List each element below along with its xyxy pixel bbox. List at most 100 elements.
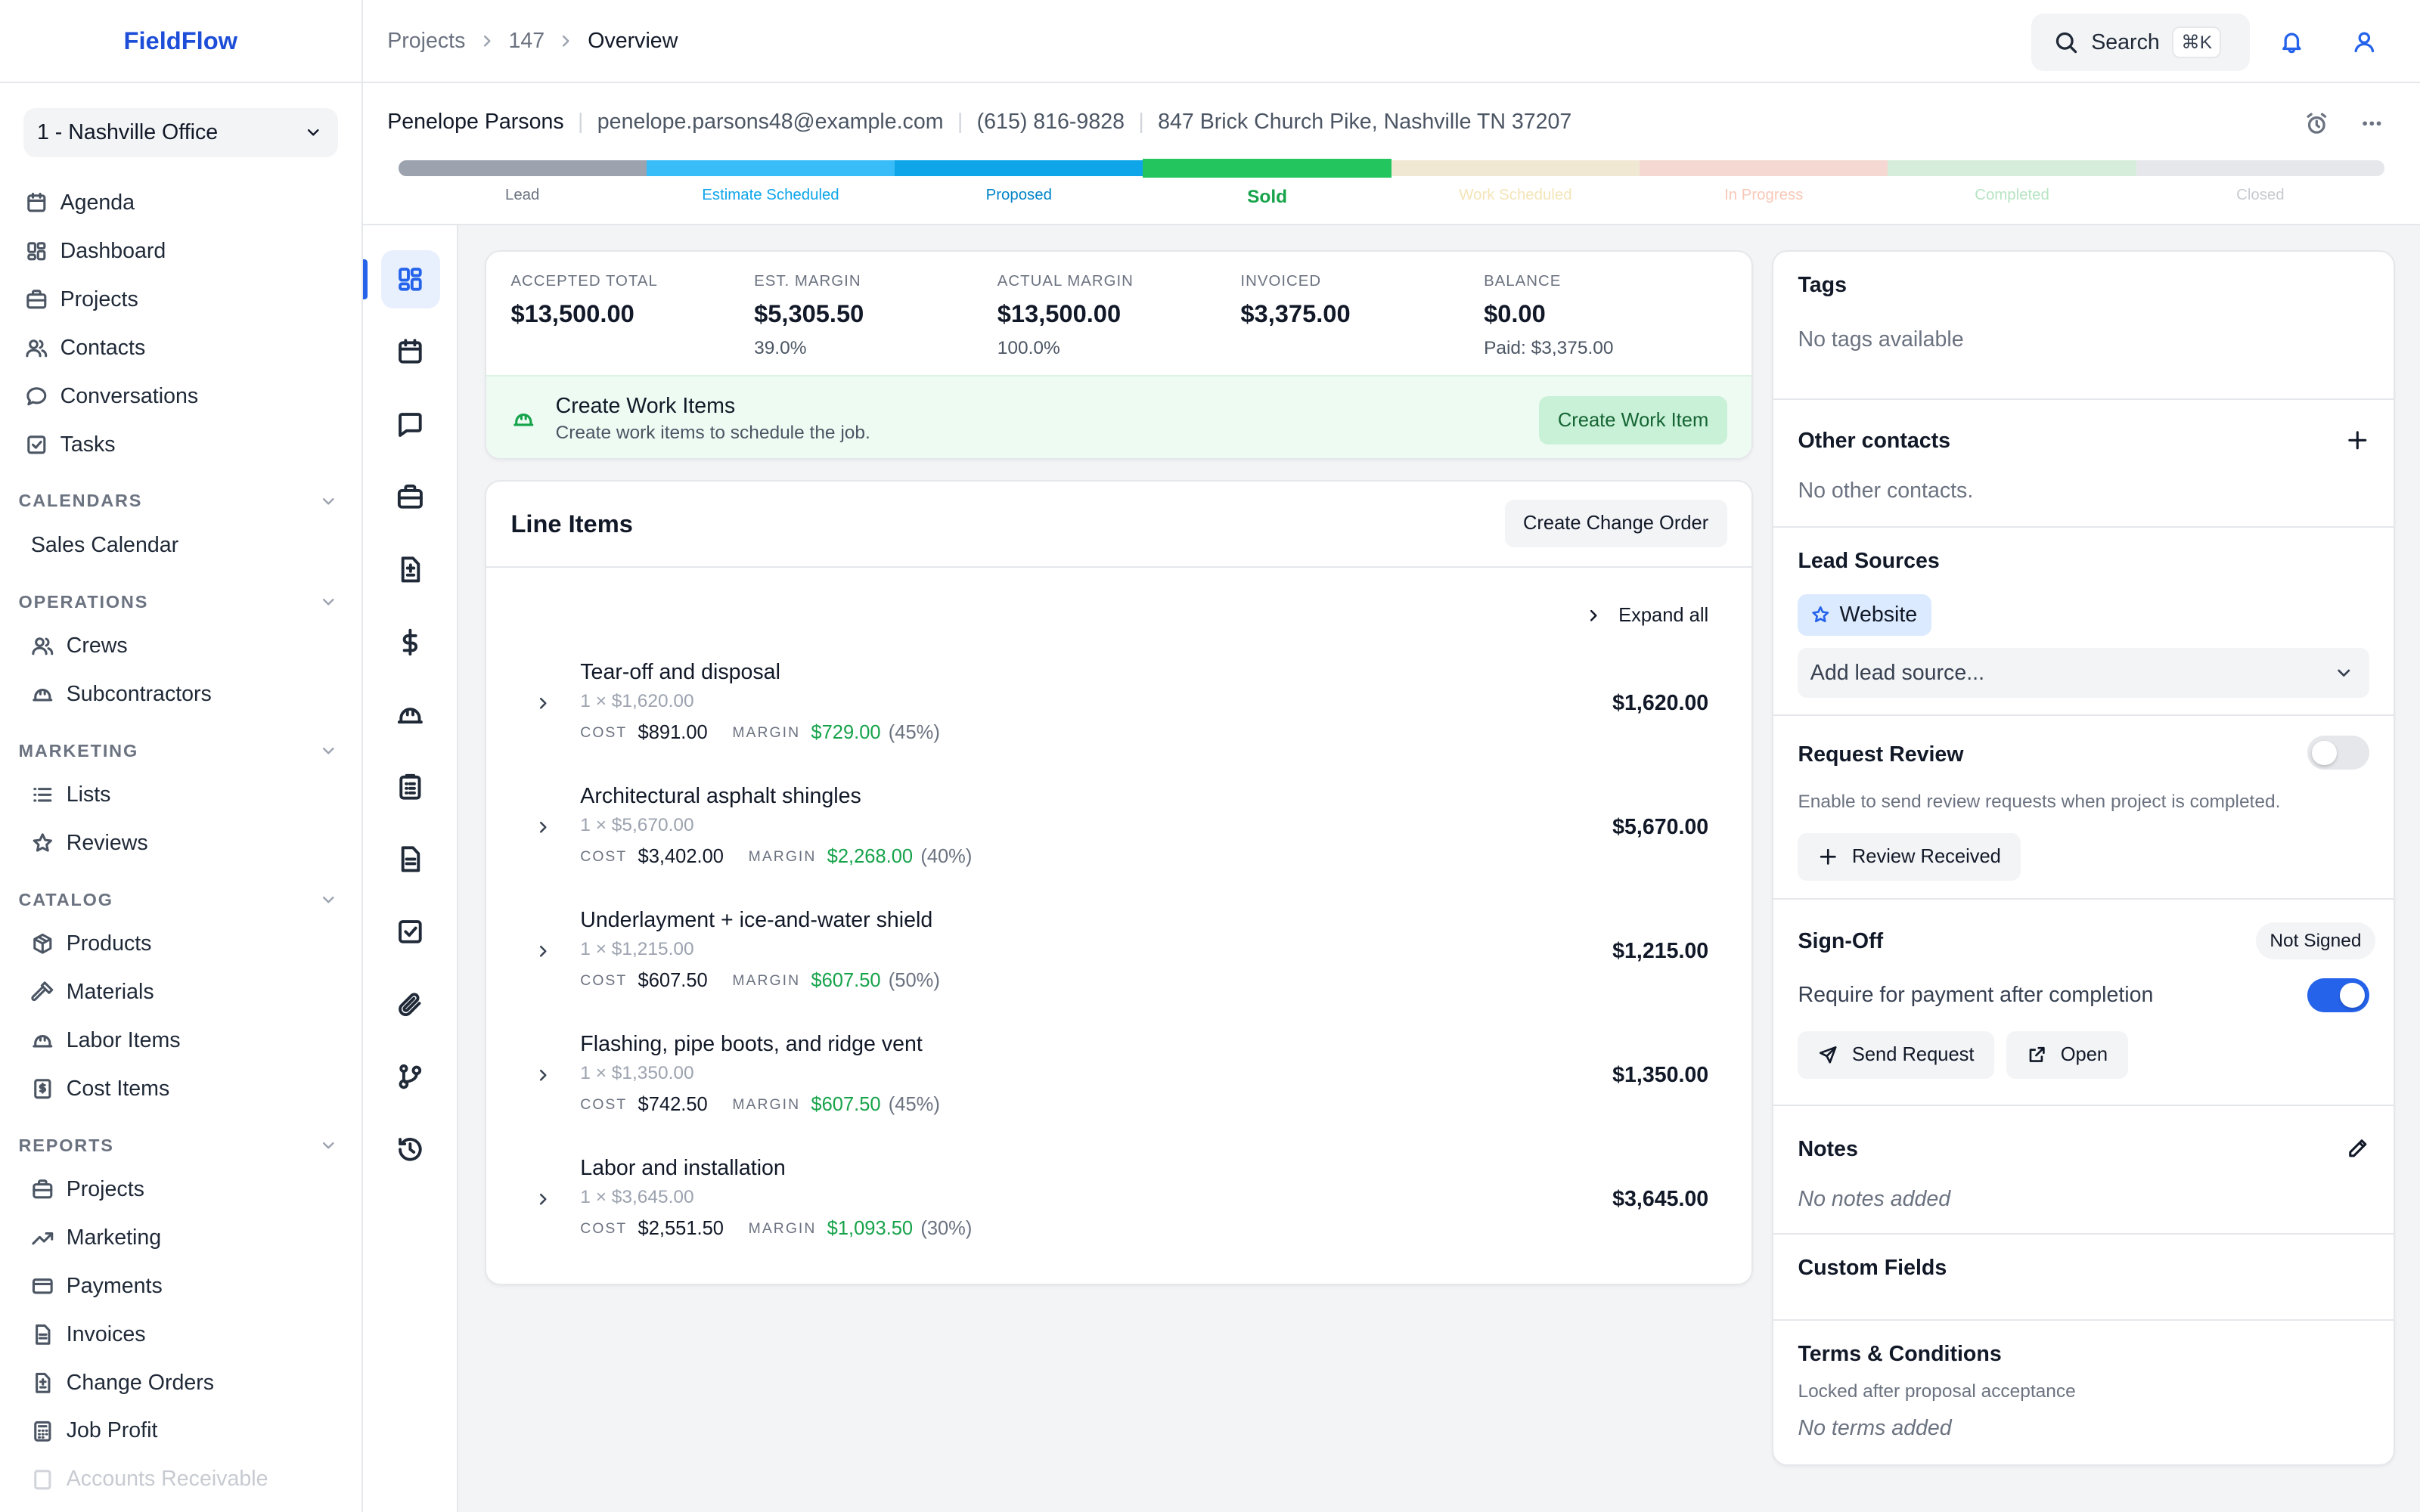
tab-history[interactable] [381, 1120, 440, 1179]
nav-materials[interactable]: Materials [0, 968, 361, 1017]
send-request-button[interactable]: Send Request [1798, 1030, 1994, 1080]
nav-products[interactable]: Products [0, 920, 361, 968]
nav-conversations[interactable]: Conversations [0, 372, 361, 420]
add-lead-source-select[interactable]: Add lead source... [1798, 648, 2369, 698]
tab-overview[interactable] [362, 249, 440, 309]
tab-schedule[interactable] [381, 323, 440, 382]
contact-address[interactable]: 847 Brick Church Pike, Nashville TN 3720… [1158, 110, 1571, 135]
review-received-button[interactable]: Review Received [1798, 832, 2021, 881]
contact-email[interactable]: penelope.parsons48@example.com [597, 110, 944, 135]
nav-labor-items[interactable]: Labor Items [0, 1017, 361, 1065]
nav-reviews[interactable]: Reviews [0, 820, 361, 868]
terms-empty: No terms added [1798, 1416, 1952, 1441]
line-item-row[interactable]: Architectural asphalt shingles 1 × $5,670… [486, 784, 1752, 876]
nav-cost-items[interactable]: Cost Items [0, 1064, 361, 1113]
nav-report-marketing[interactable]: Marketing [0, 1214, 361, 1263]
nav-report-accounts-receivable[interactable]: Accounts Receivable [0, 1455, 361, 1504]
nav-report-change-orders[interactable]: Change Orders [0, 1359, 361, 1407]
line-item-row[interactable]: Labor and installation 1 × $3,645.00 COST $… [486, 1156, 1752, 1248]
tab-documents[interactable] [381, 830, 440, 889]
notes-section: Notes No notes added [1773, 1106, 2394, 1235]
lead-source-chip[interactable]: Website [1798, 593, 1931, 637]
brand-logo[interactable]: FieldFlow [0, 0, 361, 84]
lead-source-label: Website [1839, 603, 1918, 627]
sign-off-toggle-label: Require for payment after completion [1798, 983, 2154, 1008]
tab-payments[interactable] [381, 612, 440, 671]
nav-dashboard[interactable]: Dashboard [0, 228, 361, 276]
stage-work-scheduled[interactable]: Work Scheduled [1391, 160, 1640, 208]
nav-subcontractors[interactable]: Subcontractors [0, 670, 361, 718]
contact-name[interactable]: Penelope Parsons [387, 110, 563, 135]
nav-tasks[interactable]: Tasks [0, 420, 361, 469]
reminder-button[interactable] [2304, 111, 2329, 136]
briefcase-icon [33, 1179, 53, 1199]
dashboard-icon [399, 268, 423, 291]
more-options-button[interactable] [2360, 111, 2384, 136]
stage-sold[interactable]: Sold [1143, 159, 1392, 208]
tab-change-orders[interactable] [381, 540, 440, 599]
checkbox-icon [399, 920, 423, 943]
stage-completed[interactable]: Completed [1888, 160, 2136, 208]
stage-lead[interactable]: Lead [398, 160, 647, 208]
line-item-row[interactable]: Tear-off and disposal 1 × $1,620.00 COST $8… [486, 660, 1752, 752]
contact-phone[interactable]: (615) 816-9828 [977, 110, 1125, 135]
nav-crews[interactable]: Crews [0, 622, 361, 671]
tab-workflow[interactable] [381, 1048, 440, 1107]
notifications-button[interactable] [2279, 29, 2304, 54]
chevron-down-icon [2338, 669, 2350, 677]
create-change-order-button[interactable]: Create Change Order [1504, 500, 1727, 548]
nav-sales-calendar[interactable]: Sales Calendar [0, 521, 361, 569]
line-item-row[interactable]: Underlayment + ice-and-water shield 1 × $… [486, 908, 1752, 1000]
section-marketing[interactable]: MARKETING [0, 731, 361, 771]
expand-row-button[interactable] [534, 694, 552, 712]
stat-sub: 100.0% [997, 337, 1060, 358]
nav-report-job-profit[interactable]: Job Profit [0, 1407, 361, 1455]
expand-row-button[interactable] [534, 1190, 552, 1208]
line-item-cost-margin: COST $2,551.50 MARGIN $1,093.50 (30%) [580, 1218, 972, 1240]
section-catalog[interactable]: CATALOG [0, 880, 361, 920]
expand-row-button[interactable] [534, 1066, 552, 1084]
user-menu-button[interactable] [2352, 29, 2377, 54]
package-icon [33, 934, 52, 955]
section-calendars[interactable]: CALENDARS [0, 481, 361, 521]
terms-description: Locked after proposal acceptance [1798, 1380, 2076, 1402]
sign-off-toggle[interactable] [2307, 978, 2369, 1012]
expand-all-button[interactable]: Expand all [1584, 605, 1708, 627]
nav-agenda[interactable]: Agenda [0, 179, 361, 228]
tab-work-items[interactable] [381, 685, 440, 744]
edit-notes-button[interactable] [2346, 1137, 2369, 1160]
tab-tasks[interactable] [381, 903, 440, 962]
expand-row-button[interactable] [534, 942, 552, 960]
tab-checklists[interactable] [381, 758, 440, 816]
nav-lists[interactable]: Lists [0, 771, 361, 820]
stage-proposed[interactable]: Proposed [895, 160, 1143, 208]
margin-label: MARGIN [732, 971, 801, 989]
expand-row-button[interactable] [534, 818, 552, 836]
tab-messages[interactable] [381, 395, 440, 454]
nav-contacts[interactable]: Contacts [0, 324, 361, 372]
tab-jobs[interactable] [381, 467, 440, 526]
stage-estimate-scheduled[interactable]: Estimate Scheduled [646, 160, 895, 208]
request-review-toggle[interactable] [2307, 736, 2369, 770]
nav-report-payments[interactable]: Payments [0, 1262, 361, 1310]
nav-projects[interactable]: Projects [0, 275, 361, 324]
breadcrumb-projects[interactable]: Projects [387, 29, 465, 54]
line-item-total: $5,670.00 [1612, 815, 1709, 840]
section-reports[interactable]: REPORTS [0, 1126, 361, 1166]
line-item-row[interactable]: Flashing, pipe boots, and ridge vent 1 × … [486, 1032, 1752, 1124]
tab-attachments[interactable] [381, 975, 440, 1034]
open-sign-off-button[interactable]: Open [2006, 1030, 2128, 1080]
add-lead-source-placeholder: Add lead source... [1810, 660, 1985, 685]
section-operations[interactable]: OPERATIONS [0, 582, 361, 622]
office-select[interactable]: 1 - Nashville Office [23, 107, 338, 158]
stage-in-progress[interactable]: In Progress [1640, 160, 1888, 208]
nav-report-projects[interactable]: Projects [0, 1166, 361, 1214]
nav-report-invoices[interactable]: Invoices [0, 1310, 361, 1359]
create-work-item-button[interactable]: Create Work Item [1539, 396, 1727, 445]
hammer-icon [31, 981, 54, 1002]
pipeline-stages: Lead Estimate Scheduled Proposed Sold Work S… [398, 159, 2385, 208]
stage-closed[interactable]: Closed [2136, 160, 2385, 208]
search-button[interactable]: Search ⌘K [2031, 14, 2251, 71]
add-contact-button[interactable] [2346, 429, 2369, 452]
breadcrumb-project-id[interactable]: 147 [509, 29, 545, 54]
